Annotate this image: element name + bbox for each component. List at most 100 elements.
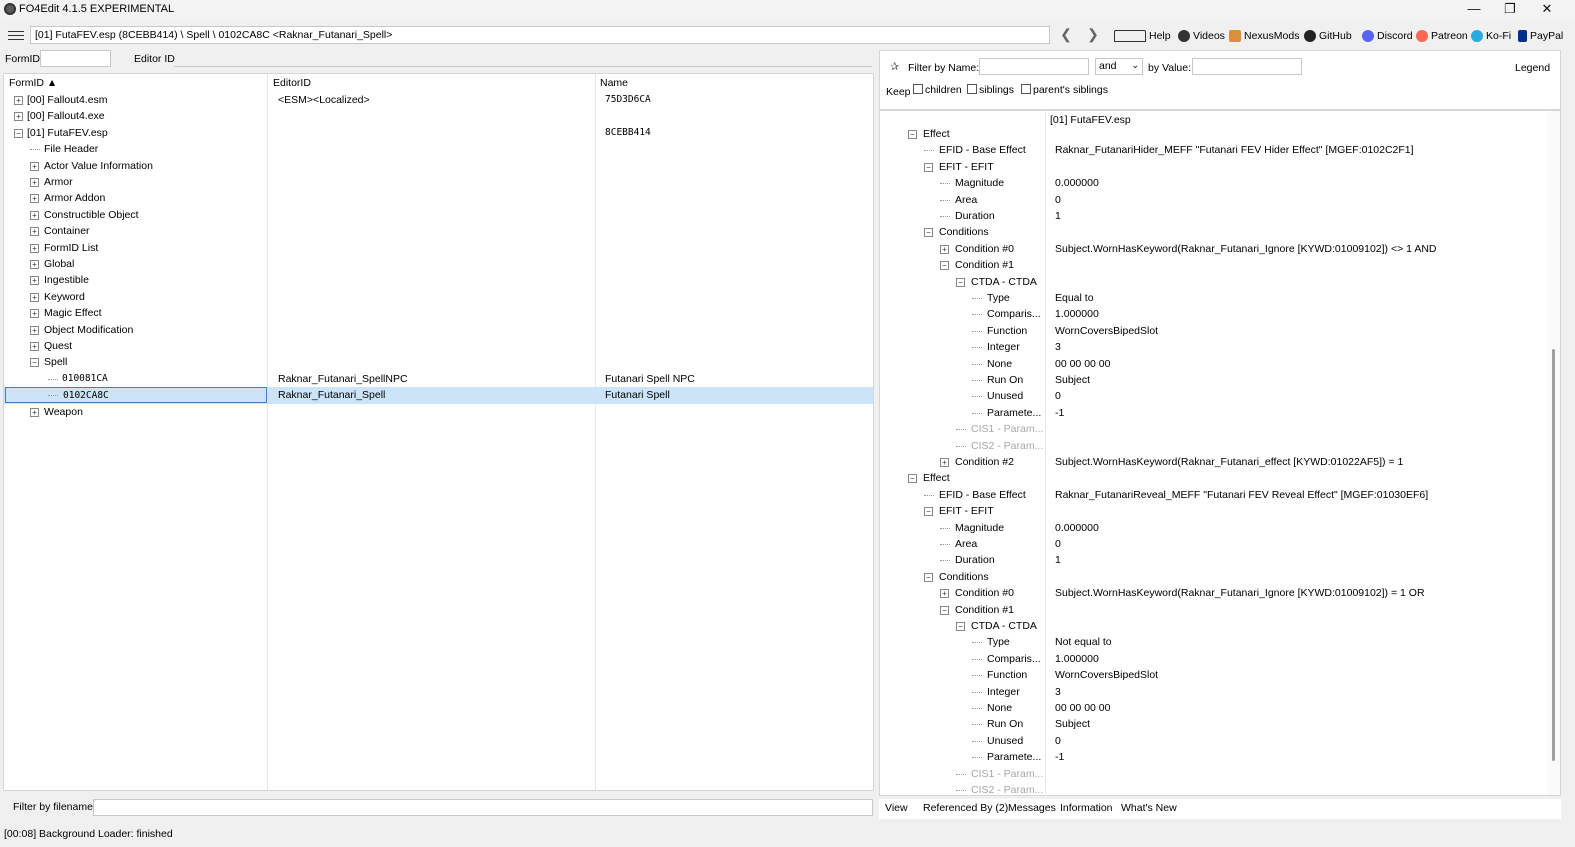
record-field-row[interactable]: Duration 1: [880, 208, 1546, 224]
record-field-row[interactable]: Integer 3: [880, 339, 1546, 355]
paypal-link[interactable]: PayPal: [1518, 28, 1563, 44]
record-field-row[interactable]: None 00 00 00 00: [880, 700, 1546, 716]
filter-by-value-input[interactable]: [1192, 58, 1302, 75]
record-field-row[interactable]: − Conditions: [880, 569, 1546, 585]
plugin-column-header[interactable]: [01] FutaFEV.esp: [1050, 114, 1131, 126]
patreon-link[interactable]: Patreon: [1416, 28, 1468, 44]
tree-row[interactable]: 0102CA8C Raknar_Futanari_Spell Futanari Sp…: [4, 387, 873, 404]
record-field-row[interactable]: Duration 1: [880, 552, 1546, 568]
record-field-row[interactable]: − EFIT - EFIT: [880, 503, 1546, 519]
tree-row[interactable]: − [01] FutaFEV.esp 8CEBB414: [4, 125, 873, 141]
collapse-icon[interactable]: −: [908, 130, 917, 139]
discord-link[interactable]: Discord: [1362, 28, 1413, 44]
record-field-row[interactable]: CIS1 - Param...: [880, 766, 1546, 782]
scrollbar-thumb[interactable]: [1552, 349, 1555, 761]
legend-button[interactable]: Legend: [1515, 62, 1550, 74]
record-field-row[interactable]: Type Equal to: [880, 290, 1546, 306]
record-field-row[interactable]: Run On Subject: [880, 372, 1546, 388]
expand-icon[interactable]: +: [30, 194, 39, 204]
expand-icon[interactable]: +: [30, 309, 39, 319]
record-field-row[interactable]: − CTDA - CTDA: [880, 274, 1546, 290]
tree-row[interactable]: + Armor: [4, 174, 873, 190]
tab-information[interactable]: Information: [1060, 802, 1113, 814]
record-field-row[interactable]: − CTDA - CTDA: [880, 618, 1546, 634]
record-field-row[interactable]: Magnitude 0.000000: [880, 175, 1546, 191]
kofi-link[interactable]: Ko-Fi: [1471, 28, 1511, 44]
filter-by-name-input[interactable]: [979, 58, 1089, 75]
tree-row[interactable]: − Spell: [4, 354, 873, 370]
tree-row[interactable]: + Armor Addon: [4, 190, 873, 206]
record-field-row[interactable]: − Conditions: [880, 224, 1546, 240]
back-arrow-button[interactable]: ❮: [1057, 26, 1075, 44]
tree-row[interactable]: + Quest: [4, 338, 873, 354]
expand-icon[interactable]: +: [30, 260, 39, 269]
record-field-row[interactable]: Run On Subject: [880, 716, 1546, 732]
record-field-row[interactable]: CIS2 - Param...: [880, 438, 1546, 454]
record-field-row[interactable]: − Effect: [880, 470, 1546, 486]
editorid-input[interactable]: [174, 50, 872, 67]
record-field-row[interactable]: Function WornCoversBipedSlot: [880, 323, 1546, 339]
vertical-scrollbar[interactable]: [1547, 111, 1560, 795]
record-field-row[interactable]: Area 0: [880, 192, 1546, 208]
expand-icon[interactable]: +: [30, 325, 39, 335]
keep-siblings-checkbox[interactable]: siblings: [967, 84, 1014, 96]
tree-row[interactable]: + Object Modification: [4, 322, 873, 338]
tree-row[interactable]: File Header: [4, 141, 873, 157]
record-field-row[interactable]: Function WornCoversBipedSlot: [880, 667, 1546, 683]
record-field-row[interactable]: Magnitude 0.000000: [880, 520, 1546, 536]
record-field-row[interactable]: None 00 00 00 00: [880, 356, 1546, 372]
tab-view[interactable]: View: [885, 802, 908, 814]
record-field-row[interactable]: Comparis... 1.000000: [880, 651, 1546, 667]
tab-referenced-by[interactable]: Referenced By (2): [923, 802, 1008, 814]
record-field-row[interactable]: Unused 0: [880, 733, 1546, 749]
tree-row[interactable]: + [00] Fallout4.esm <ESM><Localized> 75D3D6…: [4, 92, 873, 108]
keep-children-checkbox[interactable]: children: [913, 84, 962, 96]
keep-parents-siblings-checkbox[interactable]: parent's siblings: [1021, 84, 1108, 96]
record-field-row[interactable]: CIS1 - Param...: [880, 421, 1546, 437]
record-field-row[interactable]: Type Not equal to: [880, 634, 1546, 650]
column-header-formid[interactable]: FormID ▲: [9, 77, 57, 89]
expand-icon[interactable]: +: [30, 407, 39, 417]
record-field-row[interactable]: − EFIT - EFIT: [880, 159, 1546, 175]
record-field-row[interactable]: − Effect: [880, 126, 1546, 142]
tree-row[interactable]: 010081CA Raknar_Futanari_SpellNPC Futanari…: [4, 371, 873, 387]
collapse-icon[interactable]: −: [30, 358, 39, 368]
tree-row[interactable]: + Ingestible: [4, 272, 873, 288]
record-field-row[interactable]: EFID - Base Effect Raknar_FutanariHider_M…: [880, 142, 1546, 158]
tree-row[interactable]: + Actor Value Information: [4, 158, 873, 174]
close-button[interactable]: ✕: [1529, 0, 1565, 20]
record-field-row[interactable]: Area 0: [880, 536, 1546, 552]
record-field-row[interactable]: + Condition #2 Subject.WornHasKeyword(Rakn…: [880, 454, 1546, 470]
nexusmods-link[interactable]: NexusMods: [1229, 28, 1299, 44]
videos-link[interactable]: Videos: [1178, 28, 1225, 44]
collapse-icon[interactable]: −: [924, 572, 933, 582]
tree-row[interactable]: + FormID List: [4, 240, 873, 256]
hamburger-menu-icon[interactable]: [8, 28, 24, 42]
filename-filter-input[interactable]: [93, 799, 873, 816]
expand-icon[interactable]: +: [30, 178, 39, 187]
help-link[interactable]: Help: [1114, 28, 1171, 44]
column-header-name[interactable]: Name: [600, 77, 628, 89]
record-tree[interactable]: FormID ▲ EditorID Name + [00] Fallout4.es…: [3, 73, 874, 791]
expand-icon[interactable]: +: [30, 227, 39, 237]
record-field-row[interactable]: − Condition #1: [880, 257, 1546, 273]
expand-icon[interactable]: +: [14, 96, 23, 105]
collapse-icon[interactable]: −: [908, 474, 917, 484]
expand-icon[interactable]: +: [30, 161, 39, 171]
tree-row[interactable]: + Global: [4, 256, 873, 272]
record-field-row[interactable]: CIS2 - Param...: [880, 782, 1546, 795]
collapse-icon[interactable]: −: [924, 162, 933, 172]
record-field-row[interactable]: EFID - Base Effect Raknar_FutanariReveal_…: [880, 487, 1546, 503]
expand-icon[interactable]: +: [30, 292, 39, 302]
tree-row[interactable]: + Constructible Object: [4, 207, 873, 223]
minimize-button[interactable]: —: [1456, 0, 1492, 20]
record-field-row[interactable]: + Condition #0 Subject.WornHasKeyword(Rakn…: [880, 241, 1546, 257]
record-path-field[interactable]: [01] FutaFEV.esp (8CEBB414) \ Spell \ 01…: [30, 26, 1050, 44]
forward-arrow-button[interactable]: ❯: [1084, 26, 1102, 44]
collapse-icon[interactable]: −: [924, 228, 933, 238]
expand-icon[interactable]: +: [30, 210, 39, 220]
pin-icon[interactable]: ✰: [890, 60, 899, 73]
expand-icon[interactable]: +: [30, 276, 39, 286]
expand-icon[interactable]: +: [30, 243, 39, 253]
tab-whats-new[interactable]: What's New: [1121, 802, 1177, 814]
